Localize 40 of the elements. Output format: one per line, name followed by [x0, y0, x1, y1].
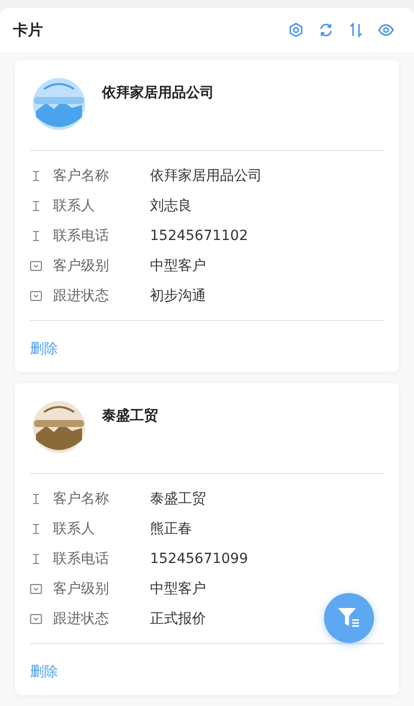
text-field-icon: [30, 170, 42, 182]
dropdown-field-icon: [30, 583, 42, 595]
field-value: 中型客户: [150, 580, 206, 598]
field-label: 联系人: [53, 197, 96, 215]
field-label: 联系电话: [53, 227, 110, 245]
field-value: 中型客户: [150, 257, 206, 275]
settings-icon[interactable]: [288, 22, 304, 38]
company-name: 依拜家居用品公司: [102, 84, 214, 102]
filter-icon: [336, 606, 362, 630]
delete-link[interactable]: 删除: [30, 664, 58, 680]
company-name: 泰盛工贸: [102, 407, 158, 425]
dropdown-field-icon: [30, 290, 42, 302]
text-field-icon: [30, 493, 42, 505]
field-value: 依拜家居用品公司: [150, 167, 262, 185]
field-label: 跟进状态: [53, 610, 110, 628]
delete-link[interactable]: 删除: [30, 341, 58, 357]
refresh-icon[interactable]: [318, 22, 334, 38]
field-value: 正式报价: [150, 610, 206, 628]
dropdown-field-icon: [30, 260, 42, 272]
field-value: 泰盛工贸: [150, 490, 206, 508]
text-field-icon: [30, 200, 42, 212]
field-value: 15245671099: [150, 551, 248, 567]
field-value: 15245671102: [150, 228, 248, 244]
field-label: 客户名称: [53, 167, 110, 185]
field-label: 联系电话: [53, 550, 110, 568]
text-field-icon: [30, 523, 42, 535]
panel-title: 卡片: [13, 20, 43, 40]
text-field-icon: [30, 553, 42, 565]
dropdown-field-icon: [30, 613, 42, 625]
field-label: 跟进状态: [53, 287, 110, 305]
field-label: 客户名称: [53, 490, 110, 508]
text-field-icon: [30, 230, 42, 242]
sort-icon[interactable]: [348, 22, 364, 38]
eye-icon[interactable]: [378, 22, 394, 38]
field-value: 熊正春: [150, 520, 192, 538]
field-value: 初步沟通: [150, 287, 206, 305]
field-value: 刘志良: [150, 197, 192, 215]
field-label: 客户级别: [53, 257, 110, 275]
field-label: 联系人: [53, 520, 96, 538]
field-label: 客户级别: [53, 580, 110, 598]
